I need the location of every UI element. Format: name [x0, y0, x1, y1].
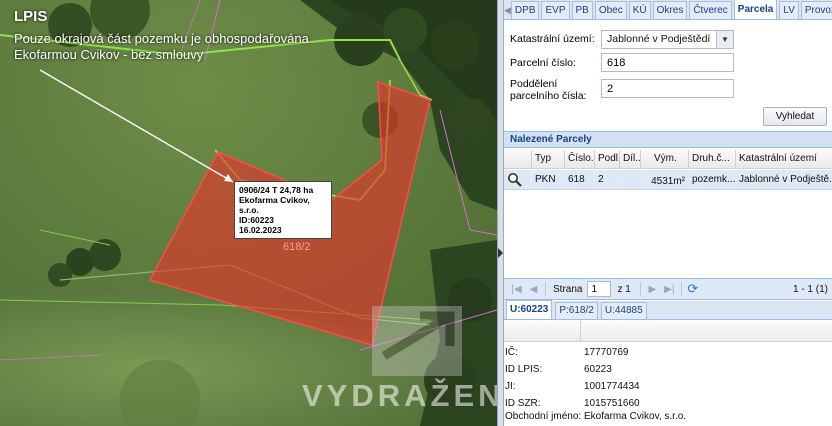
tab-parcela[interactable]: Parcela [733, 0, 778, 19]
detail-row: JI: 1001774434 [504, 378, 832, 395]
pager-divider [639, 282, 641, 296]
tab-evp[interactable]: EVP [541, 1, 570, 19]
column-header-ku[interactable]: Katastrální území [736, 150, 832, 168]
parcel-search-form: Katastrální území: Jablonné v Podještědí… [504, 21, 832, 131]
map-view[interactable]: LPIS Pouze okrajová část pozemku je obho… [0, 0, 497, 426]
tab-pb[interactable]: PB [571, 1, 593, 19]
pager-divider [545, 282, 546, 296]
pagination-toolbar: |◀ ◀ Strana z 1 ▶ ▶| ⟳ 1 - 1 (1) [504, 278, 832, 300]
ku-select[interactable]: Jablonné v Podještědí ▼ [601, 30, 734, 49]
detail-key: ID LPIS: [505, 364, 543, 375]
cell-podl: 2 [595, 170, 620, 189]
parcel-number-input[interactable] [601, 53, 734, 72]
tab-okres[interactable]: Okres [652, 1, 688, 19]
zoom-to-parcel-cell[interactable] [504, 170, 532, 189]
page-label: Strana [553, 283, 583, 295]
column-header-typ[interactable]: Typ [532, 150, 565, 168]
map-title: LPIS [14, 8, 48, 25]
pager-divider [680, 282, 682, 296]
next-page-icon[interactable]: ▶ [644, 284, 661, 295]
info-box-line: Ekofarma Cvikov, s.r.o. [239, 195, 310, 215]
column-header-cislo[interactable]: Číslo... [565, 150, 595, 168]
tab-scroll-left-icon[interactable]: ◀ [504, 1, 511, 19]
prev-page-icon[interactable]: ◀ [525, 284, 542, 295]
page-count-label: z 1 [617, 283, 631, 295]
column-header-podl[interactable]: Podl... [595, 150, 620, 168]
cell-druh: pozemk... [689, 170, 736, 189]
subdivision-input[interactable] [601, 79, 734, 98]
detail-value: 17770769 [584, 347, 629, 358]
map-annotation-note: Pouze okrajová část pozemku je obhospoda… [14, 31, 309, 62]
detail-row: Obchodní jméno: Ekofarma Cvikov, s.r.o. [504, 408, 832, 425]
info-box-line: 16.02.2023 [239, 225, 282, 235]
tab-bar: ◀ DPB EVP PB Obec KÚ Okres Čtverec Parce… [504, 0, 832, 20]
watermark-text: VYDRAŽENO [302, 378, 497, 413]
detail-value: 60223 [584, 364, 612, 375]
tab-parcel-618-2[interactable]: P:618/2 [555, 302, 598, 319]
tab-provozovna[interactable]: Provozovna [800, 1, 832, 19]
detail-tab-bar: U:60223 P:618/2 U:44885 [504, 300, 832, 320]
tab-obec[interactable]: Obec [594, 1, 627, 19]
subdivision-label-line1: Poddělení [510, 78, 558, 90]
detail-row: IČ: 17770769 [504, 344, 832, 361]
cell-ku: Jablonné v Podještě... [739, 174, 832, 185]
detail-row: ID LPIS: 60223 [504, 361, 832, 378]
refresh-icon[interactable]: ⟳ [685, 281, 701, 297]
tab-user-60223[interactable]: U:60223 [506, 300, 553, 319]
info-box-line: ID:60223 [239, 215, 274, 225]
tab-user-44885[interactable]: U:44885 [600, 302, 647, 319]
chevron-down-icon[interactable]: ▼ [716, 31, 733, 48]
column-header-dil[interactable]: Díl... [620, 150, 641, 168]
detail-key: Obchodní jméno: [505, 411, 582, 422]
details-header [504, 321, 832, 342]
search-panel: ◀ DPB EVP PB Obec KÚ Okres Čtverec Parce… [504, 0, 832, 426]
results-section-title: Nalezené Parcely [504, 131, 832, 148]
tab-ctverec[interactable]: Čtverec [689, 1, 732, 19]
cell-vym: 4531m² [641, 170, 689, 189]
page-number-input[interactable] [587, 281, 612, 297]
tab-ku[interactable]: KÚ [628, 1, 651, 19]
column-header-icon [504, 150, 532, 168]
detail-value: Ekofarma Cvikov, s.r.o. [584, 411, 687, 422]
ku-label: Katastrální území: [510, 33, 595, 45]
column-header-vym[interactable]: Vým. [641, 150, 689, 168]
collapse-arrow-icon[interactable] [498, 248, 503, 258]
watermark-logo-icon [372, 306, 462, 376]
info-box-line: 0906/24 T 24,78 ha [239, 185, 314, 195]
detail-key: JI: [505, 381, 516, 392]
search-button[interactable]: Vyhledat [763, 107, 827, 126]
detail-key: IČ: [505, 347, 518, 358]
magnifier-icon[interactable] [507, 172, 523, 187]
tab-lv[interactable]: LV [779, 1, 799, 19]
parcel-info-box: 0906/24 T 24,78 ha Ekofarma Cvikov, s.r.… [234, 181, 332, 239]
results-range: 1 - 1 (1) [792, 283, 828, 295]
cell-typ: PKN [532, 170, 565, 189]
parcel-number-label: 618/2 [283, 241, 311, 253]
cell-dil [620, 170, 641, 189]
parcel-number-field-label: Parcelní číslo: [510, 57, 576, 69]
first-page-icon[interactable]: |◀ [508, 284, 525, 295]
column-header-druh[interactable]: Druh.č... [689, 150, 736, 168]
last-page-icon[interactable]: ▶| [661, 284, 678, 295]
ku-select-value: Jablonné v Podještědí [607, 33, 711, 45]
cell-cislo: 618 [565, 170, 595, 189]
panel-splitter[interactable] [497, 0, 504, 426]
detail-value: 1001774434 [584, 381, 640, 392]
results-grid-header: Typ Číslo... Podl... Díl... Vým. Druh.č.… [504, 150, 832, 169]
subdivision-label-line2: parcelního čísla: [510, 90, 587, 102]
tab-dpb[interactable]: DPB [510, 1, 540, 19]
table-row[interactable]: PKN 618 2 4531m² pozemk... Jablonné v Po… [504, 170, 832, 190]
